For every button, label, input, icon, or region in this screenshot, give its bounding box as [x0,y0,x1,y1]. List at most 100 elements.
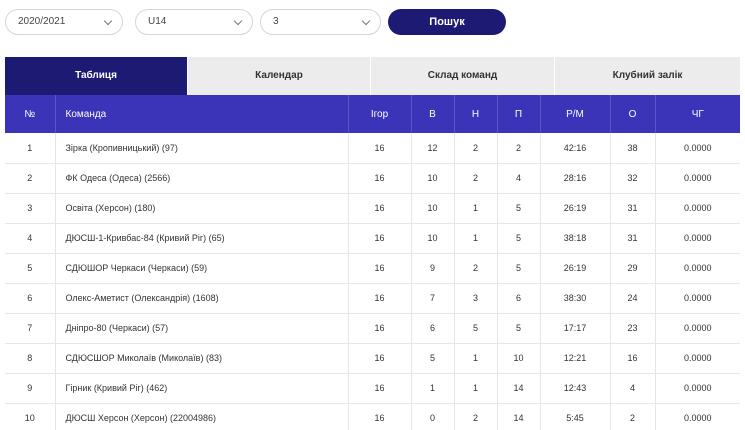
team-name-cell: Гірник (Кривий Ріг) (462) [55,373,349,403]
goals-cell: 28:16 [540,163,611,193]
header-points: О [610,95,656,133]
points-cell: 2 [610,403,656,430]
header-losses: П [497,95,541,133]
table-header-row: № Команда Ігор В Н П Р/М О ЧГ [5,95,740,133]
team-name-cell: ДЮСШ-1-Кривбас-84 (Кривий Ріг) (65) [55,223,349,253]
table-row: 1 Зірка (Кропивницький) (97) 16 12 2 2 42:16 38… [5,133,740,163]
chevron-down-icon [361,16,371,26]
wins-cell: 1 [411,373,455,403]
draws-cell: 2 [454,163,498,193]
row-number-cell: 5 [5,253,56,283]
tab-team-rosters[interactable]: Склад команд [371,57,555,95]
standings-table: № Команда Ігор В Н П Р/М О ЧГ 1 Зірка (Кр… [5,95,740,430]
row-number-cell: 9 [5,373,56,403]
games-cell: 16 [348,343,412,373]
season-select[interactable]: 2020/2021 [5,9,123,35]
cg-cell: 0.0000 [683,383,712,393]
losses-cell: 14 [497,373,541,403]
tab-calendar[interactable]: Календар [188,57,371,95]
goals-cell: 17:17 [540,313,611,343]
header-team: Команда [55,95,349,133]
points-cell: 32 [610,163,656,193]
games-cell: 16 [348,163,412,193]
draws-cell: 1 [454,193,498,223]
row-number-cell: 8 [5,343,56,373]
draws-cell: 5 [454,313,498,343]
cg-cell: 0.0000 [683,173,712,183]
team-name-cell: Олекс-Аметист (Олександрія) (1608) [55,283,349,313]
games-cell: 16 [348,253,412,283]
tab-bar: Таблиця Календар Склад команд Клубний за… [5,57,740,95]
cg-cell: 0.0000 [683,413,712,423]
draws-cell: 1 [454,343,498,373]
header-number: № [5,95,56,133]
losses-cell: 2 [497,133,541,163]
points-cell: 16 [610,343,656,373]
wins-cell: 7 [411,283,455,313]
group-select[interactable]: 3 [260,9,381,35]
losses-cell: 4 [497,163,541,193]
points-cell: 38 [610,133,656,163]
cg-cell: 0.0000 [683,323,712,333]
team-name-cell: СДЮШОР Черкаси (Черкаси) (59) [55,253,349,283]
games-cell: 16 [348,193,412,223]
draws-cell: 1 [454,373,498,403]
losses-cell: 14 [497,403,541,430]
table-row: 7 Дніпро-80 (Черкаси) (57) 16 6 5 5 17:17 23 0.0… [5,313,740,343]
row-number-cell: 2 [5,163,56,193]
wins-cell: 12 [411,133,455,163]
points-cell: 24 [610,283,656,313]
team-name-cell: Зірка (Кропивницький) (97) [55,133,349,163]
header-games: Ігор [348,95,412,133]
chevron-down-icon [233,16,243,26]
age-select[interactable]: U14 [135,9,253,35]
team-name-cell: СДЮСШОР Миколаїв (Миколаїв) (83) [55,343,349,373]
search-button[interactable]: Пошук [388,9,506,35]
header-goals: Р/М [540,95,611,133]
row-number-cell: 10 [5,403,56,430]
losses-cell: 6 [497,283,541,313]
table-row: 5 СДЮШОР Черкаси (Черкаси) (59) 16 9 2 5 26:19… [5,253,740,283]
games-cell: 16 [348,403,412,430]
table-row: 4 ДЮСШ-1-Кривбас-84 (Кривий Ріг) (65) 16 10… [5,223,740,253]
tab-table[interactable]: Таблиця [5,57,188,95]
table-row: 8 СДЮСШОР Миколаїв (Миколаїв) (83) 16 5 1 10 1… [5,343,740,373]
games-cell: 16 [348,223,412,253]
draws-cell: 1 [454,223,498,253]
team-name-cell: Освіта (Херсон) (180) [55,193,349,223]
cg-cell: 0.0000 [683,203,712,213]
wins-cell: 10 [411,223,455,253]
losses-cell: 5 [497,223,541,253]
draws-cell: 3 [454,283,498,313]
games-cell: 16 [348,373,412,403]
draws-cell: 2 [454,253,498,283]
row-number-cell: 1 [5,133,56,163]
wins-cell: 0 [411,403,455,430]
row-number-cell: 6 [5,283,56,313]
row-number-cell: 7 [5,313,56,343]
table-row: 10 ДЮСШ Херсон (Херсон) (22004986) 16 0 2 14 5… [5,403,740,430]
goals-cell: 42:16 [540,133,611,163]
points-cell: 29 [610,253,656,283]
header-wins: В [411,95,455,133]
row-number-cell: 4 [5,223,56,253]
wins-cell: 10 [411,163,455,193]
wins-cell: 5 [411,343,455,373]
chevron-down-icon [103,16,113,26]
goals-cell: 38:18 [540,223,611,253]
games-cell: 16 [348,133,412,163]
tab-club-standings[interactable]: Клубний залік [555,57,740,95]
points-cell: 31 [610,223,656,253]
goals-cell: 26:19 [540,253,611,283]
cg-cell: 0.0000 [683,263,712,273]
goals-cell: 5:45 [540,403,611,430]
age-select-value: U14 [148,16,167,27]
games-cell: 16 [348,283,412,313]
losses-cell: 5 [497,193,541,223]
goals-cell: 12:43 [540,373,611,403]
team-name-cell: Дніпро-80 (Черкаси) (57) [55,313,349,343]
cg-cell: 0.0000 [683,142,712,153]
table-row: 6 Олекс-Аметист (Олександрія) (1608) 16 7 3 6… [5,283,740,313]
row-number-cell: 3 [5,193,56,223]
goals-cell: 26:19 [540,193,611,223]
